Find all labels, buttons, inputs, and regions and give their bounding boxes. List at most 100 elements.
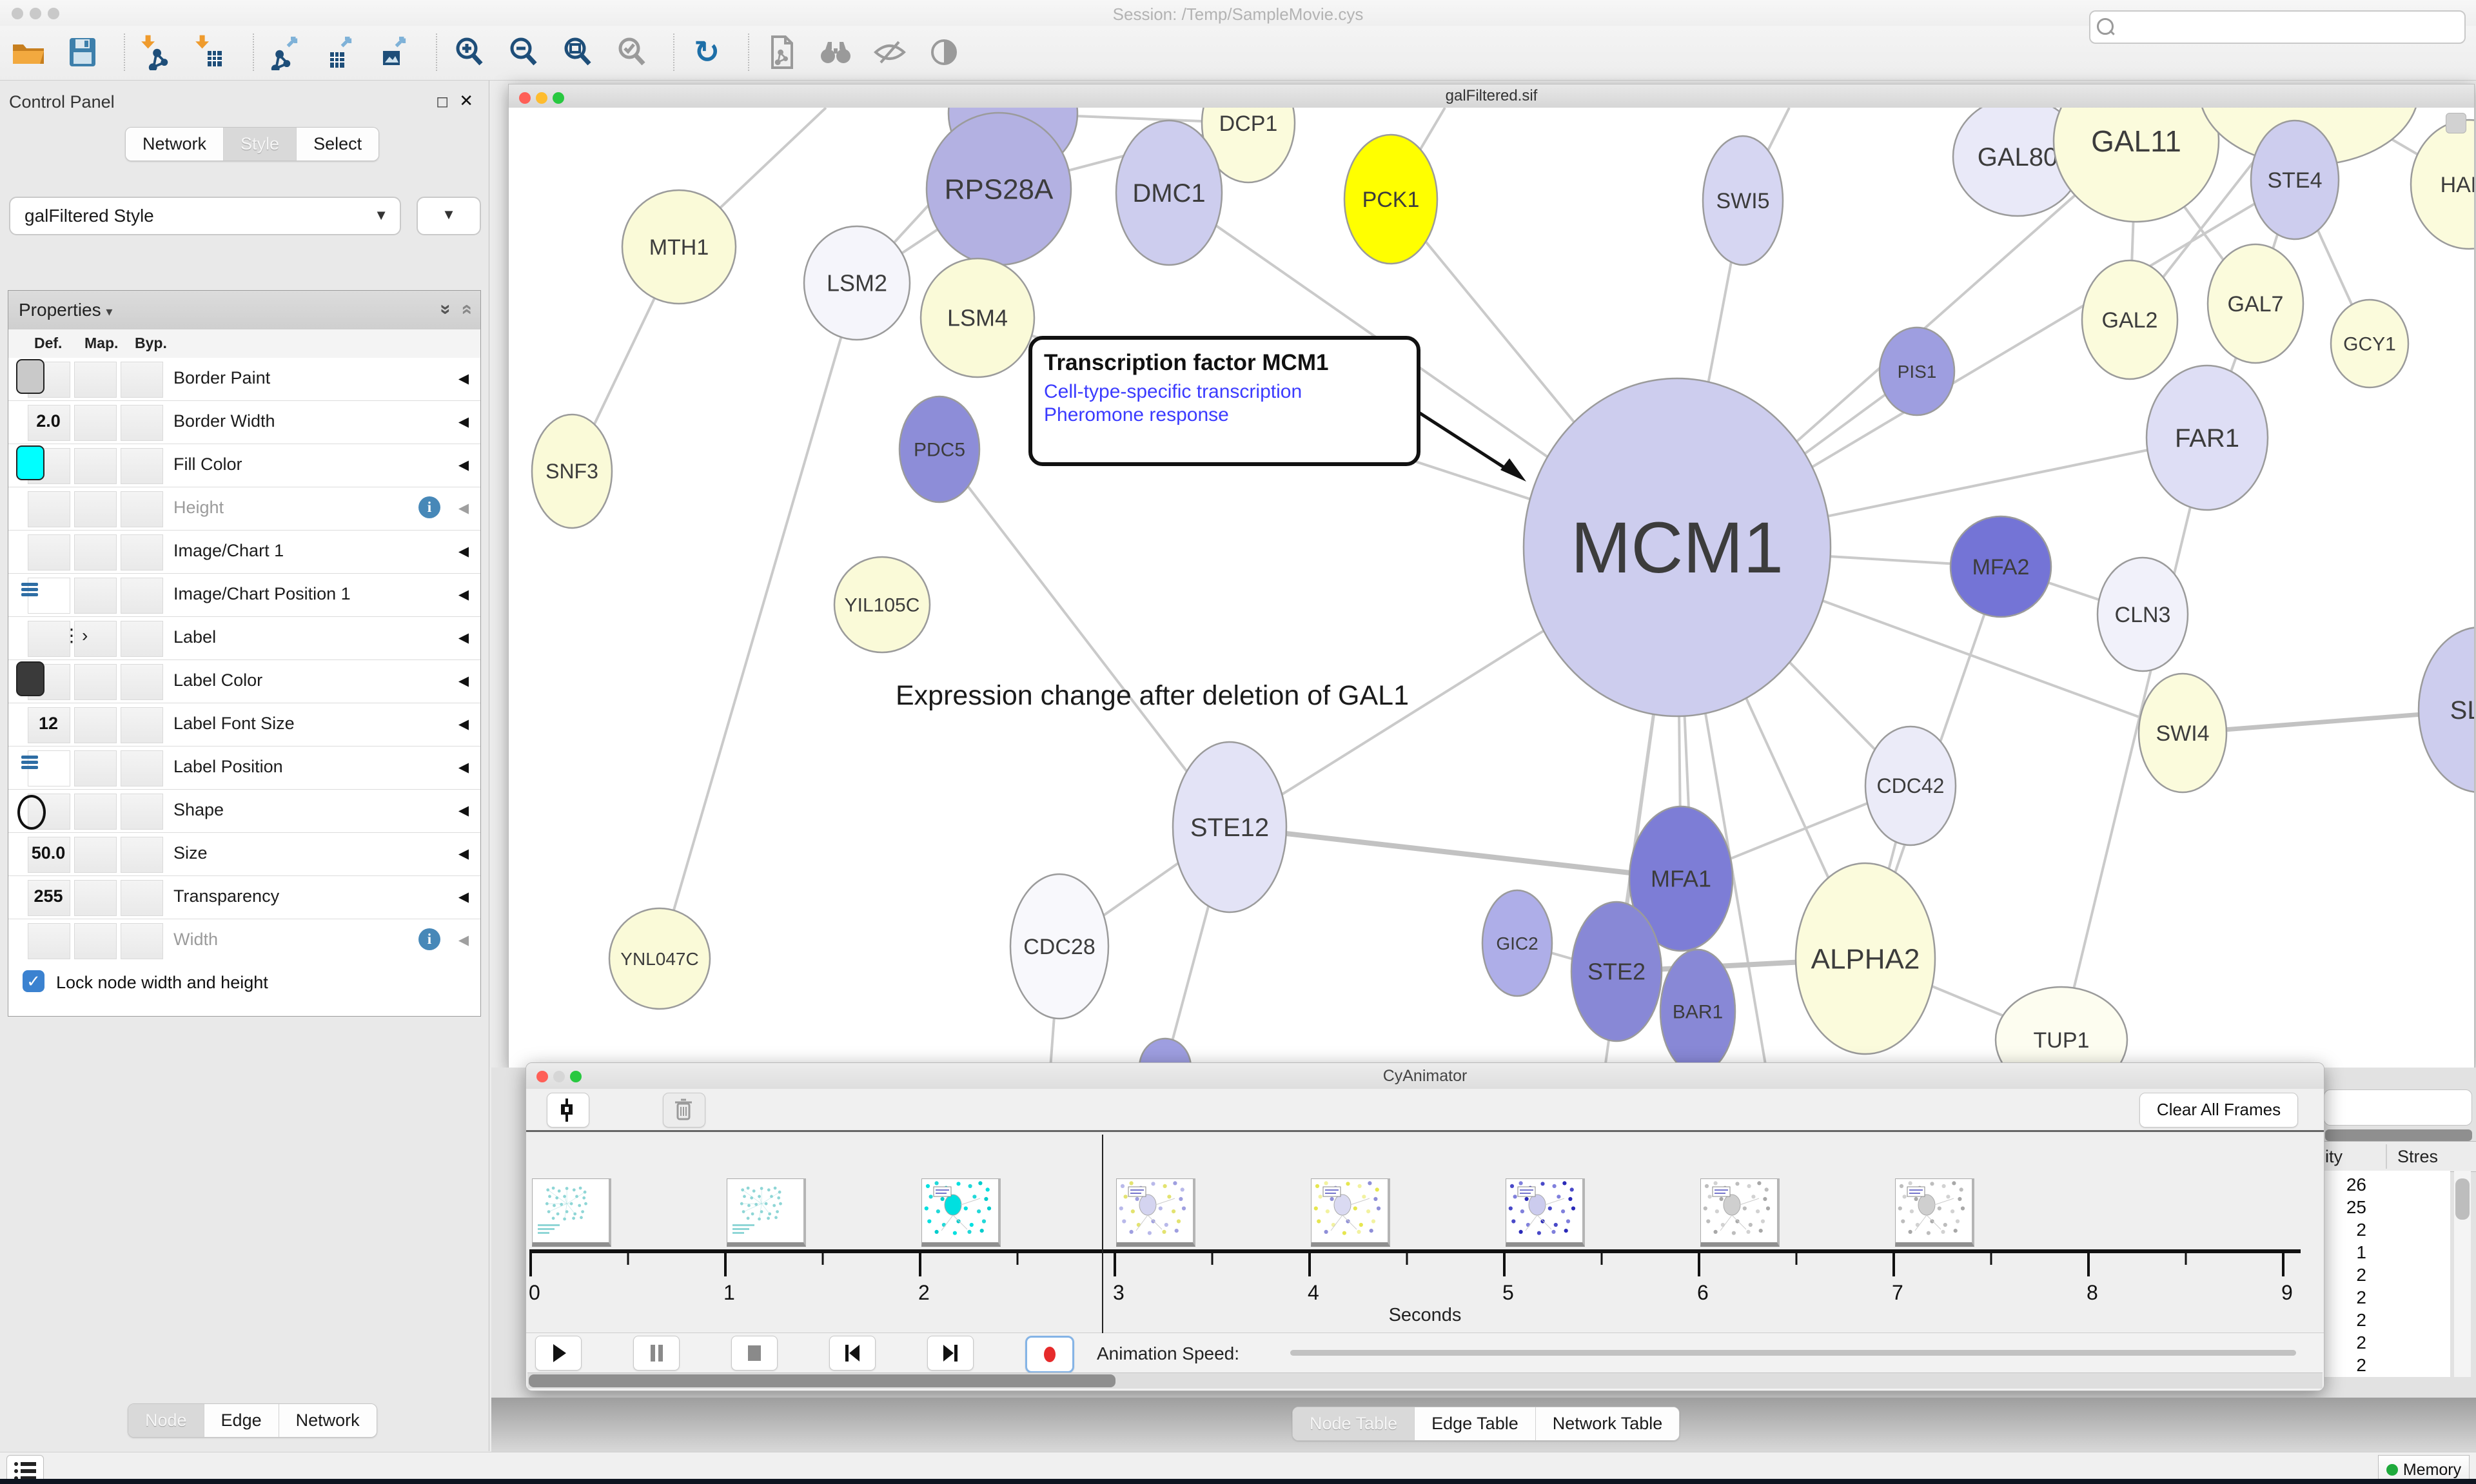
- cell[interactable]: [121, 448, 163, 484]
- node-slt2[interactable]: SLT2: [2419, 627, 2474, 792]
- node-gic2[interactable]: GIC2: [1482, 890, 1552, 996]
- network-doc-button[interactable]: [762, 32, 801, 72]
- cell[interactable]: [121, 880, 163, 916]
- default-value[interactable]: 12: [28, 714, 69, 734]
- cell[interactable]: [74, 707, 117, 743]
- cell[interactable]: [121, 534, 163, 571]
- cell[interactable]: [28, 491, 70, 527]
- table-col-ity[interactable]: ity: [2325, 1147, 2343, 1167]
- annotation-box[interactable]: Transcription factor MCM1 Cell-type-spec…: [1028, 336, 1420, 466]
- animation-speed-slider[interactable]: [1290, 1350, 2296, 1356]
- cell[interactable]: [121, 750, 163, 786]
- tab-select[interactable]: Select: [297, 128, 378, 161]
- play-button[interactable]: [535, 1336, 582, 1371]
- export-table-button[interactable]: [321, 32, 360, 72]
- table-cell[interactable]: 26: [2346, 1175, 2366, 1195]
- table-cell[interactable]: 25: [2346, 1197, 2366, 1218]
- properties-header[interactable]: Properties ▾ » »: [8, 291, 480, 330]
- expand-row-icon[interactable]: ◀: [458, 630, 469, 646]
- cell[interactable]: [74, 491, 117, 527]
- import-table-button[interactable]: [192, 32, 231, 72]
- node-swi4[interactable]: SWI4: [2139, 674, 2226, 792]
- table-cell[interactable]: 2: [2356, 1265, 2366, 1285]
- table-cell[interactable]: 2: [2356, 1333, 2366, 1353]
- property-row-border-width[interactable]: 2.0Border Width◀: [8, 401, 480, 444]
- info-icon[interactable]: i: [418, 928, 440, 950]
- cell[interactable]: [121, 794, 163, 830]
- frame-thumbnail-5[interactable]: [1311, 1178, 1390, 1247]
- cell[interactable]: [74, 362, 117, 398]
- ellipse-shape-icon[interactable]: [17, 795, 46, 830]
- node-alpha2[interactable]: ALPHA2: [1796, 863, 1935, 1054]
- node-snf3[interactable]: SNF3: [532, 415, 612, 528]
- style-select[interactable]: galFiltered Style ▼: [9, 197, 401, 235]
- tab-node-table[interactable]: Node Table: [1293, 1407, 1415, 1440]
- default-value[interactable]: 255: [28, 886, 69, 906]
- expand-row-icon[interactable]: ◀: [458, 932, 469, 948]
- clear-all-frames-button[interactable]: Clear All Frames: [2139, 1093, 2298, 1128]
- table-cell[interactable]: 2: [2356, 1287, 2366, 1308]
- zoom-fit-button[interactable]: [558, 32, 597, 72]
- hide-details-button[interactable]: [870, 32, 909, 72]
- position-icon[interactable]: [21, 583, 38, 600]
- property-row-size[interactable]: 50.0Size◀: [8, 833, 480, 876]
- node-pdc5[interactable]: PDC5: [899, 396, 979, 502]
- cell[interactable]: [74, 750, 117, 786]
- expand-row-icon[interactable]: ◀: [458, 803, 469, 819]
- float-panel-icon[interactable]: ◻: [436, 92, 449, 111]
- cell[interactable]: [121, 923, 163, 959]
- default-swatch[interactable]: [16, 359, 44, 394]
- property-row-label-font-size[interactable]: 12Label Font Size◀: [8, 703, 480, 747]
- frame-thumbnail-3[interactable]: [921, 1178, 1001, 1247]
- cell[interactable]: [28, 534, 70, 571]
- expand-row-icon[interactable]: ◀: [458, 543, 469, 560]
- expand-row-icon[interactable]: ◀: [458, 846, 469, 862]
- default-value[interactable]: 50.0: [28, 843, 69, 863]
- lock-size-checkbox[interactable]: ✓: [23, 970, 44, 992]
- export-network-button[interactable]: [267, 32, 306, 72]
- node-cdc28[interactable]: CDC28: [1010, 874, 1108, 1019]
- expand-row-icon[interactable]: ◀: [458, 457, 469, 473]
- node-swi5[interactable]: SWI5: [1703, 136, 1783, 265]
- table-scrollbar[interactable]: [2454, 1171, 2471, 1377]
- node-gal7[interactable]: GAL7: [2208, 244, 2303, 363]
- tab-network[interactable]: Network: [279, 1404, 377, 1437]
- node-gal11[interactable]: GAL11: [2054, 108, 2219, 222]
- node-mcm1[interactable]: MCM1: [1524, 378, 1831, 716]
- cell[interactable]: [74, 837, 117, 873]
- tab-edge-table[interactable]: Edge Table: [1415, 1407, 1536, 1440]
- property-row-image-chart-position-1[interactable]: Image/Chart Position 1◀: [8, 574, 480, 617]
- zoom-in-button[interactable]: [450, 32, 489, 72]
- edge-lsm2-ynl047c[interactable]: [660, 283, 857, 959]
- node-ste12[interactable]: STE12: [1173, 742, 1286, 912]
- import-network-button[interactable]: [138, 32, 177, 72]
- close-panel-icon[interactable]: ✕: [459, 91, 473, 111]
- cell[interactable]: [121, 578, 163, 614]
- property-row-label-color[interactable]: Label Color◀: [8, 660, 480, 703]
- property-row-height[interactable]: Heighti◀: [8, 487, 480, 531]
- expand-row-icon[interactable]: ◀: [458, 673, 469, 689]
- network-canvas[interactable]: DCP1RPS28ADMC1PCK1SWI5MTH1LSM2LSM4GAL80G…: [509, 108, 2474, 1068]
- expand-row-icon[interactable]: ◀: [458, 414, 469, 430]
- stop-button[interactable]: [731, 1336, 778, 1371]
- table-toolbar-button[interactable]: [2324, 1089, 2472, 1126]
- open-session-button[interactable]: [9, 32, 48, 72]
- position-icon[interactable]: [21, 756, 38, 772]
- scrollbar-thumb[interactable]: [2455, 1178, 2470, 1220]
- table-cell[interactable]: 1: [2356, 1242, 2366, 1263]
- node-lsm2[interactable]: LSM2: [804, 226, 910, 340]
- default-swatch[interactable]: [16, 445, 44, 480]
- node-cln3[interactable]: CLN3: [2098, 558, 2188, 671]
- node-far1[interactable]: FAR1: [2147, 366, 2268, 510]
- node-ynl047c[interactable]: YNL047C: [609, 908, 710, 1009]
- annotation-link-2[interactable]: Pheromone response: [1044, 404, 1405, 426]
- animator-timeline[interactable]: 0123456789 Seconds: [526, 1130, 2324, 1334]
- timeline-hscrollbar[interactable]: [527, 1372, 2323, 1389]
- annotation-link-1[interactable]: Cell-type-specific transcription: [1044, 381, 1405, 403]
- cell[interactable]: [74, 794, 117, 830]
- node-yil105c[interactable]: YIL105C: [834, 557, 930, 652]
- mapping-icon[interactable]: ⋮›: [63, 625, 89, 646]
- property-row-label-position[interactable]: Label Position◀: [8, 747, 480, 790]
- node-lsm4[interactable]: LSM4: [921, 259, 1034, 377]
- expand-all-icon[interactable]: »: [435, 304, 457, 315]
